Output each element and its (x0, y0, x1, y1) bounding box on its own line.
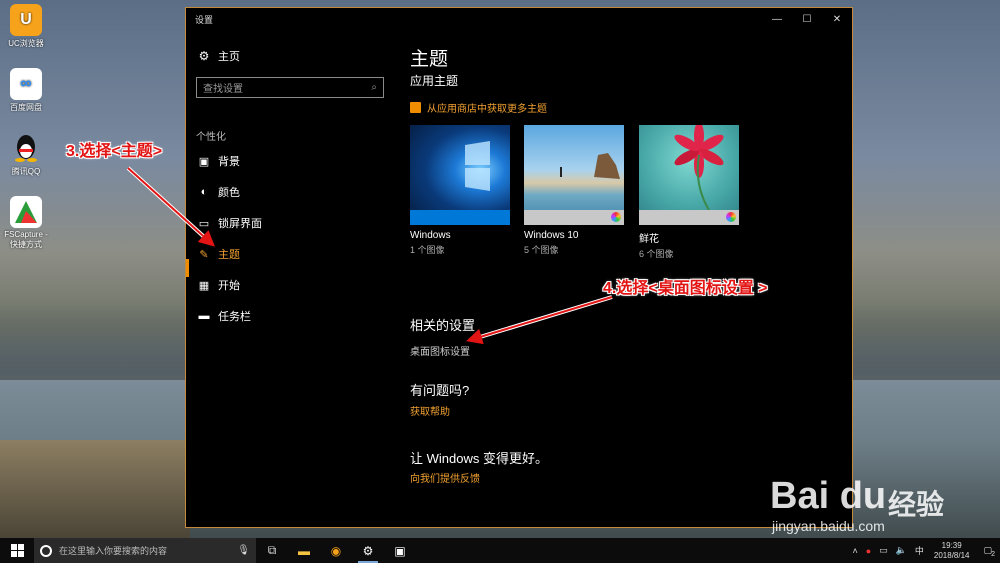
clock-date: 2018/8/14 (933, 550, 970, 560)
windows-logo-icon (10, 544, 24, 557)
notification-count: 2 (991, 551, 995, 558)
taskbar-search-placeholder: 在这里输入你要搜索的内容 (59, 546, 168, 556)
notification-center-button[interactable]: ▢ 2 (979, 545, 996, 558)
taskbar-clock[interactable]: 19:39 2018/8/14 (934, 541, 970, 561)
taskbar-photos[interactable]: ▣ (384, 538, 416, 563)
task-view-button[interactable]: ⧉ (256, 538, 288, 563)
baidu-watermark-cn: 经验 (888, 489, 945, 520)
tray-app-icon[interactable]: ● (866, 546, 871, 556)
system-tray: ˄ ● ▭ 🔈 中 19:39 2018/8/14 ▢ 2 (848, 541, 1000, 561)
network-icon[interactable]: ▭ (879, 545, 888, 556)
annotation-step-3: 3.选择<主题> (66, 143, 163, 160)
clock-time: 19:39 (941, 540, 962, 550)
arrow-to-themes (127, 167, 215, 247)
microphone-icon[interactable]: 🎙 (237, 545, 250, 556)
cortana-icon (40, 544, 52, 557)
taskbar: 在这里输入你要搜索的内容 🎙 ⧉ ▬ ◉ ⚙ ▣ ˄ ● ▭ 🔈 中 19:39… (0, 538, 1000, 563)
volume-icon[interactable]: 🔈 (896, 545, 907, 556)
baidu-watermark-logo: Bai du (770, 475, 887, 517)
ime-indicator[interactable]: 中 (915, 544, 924, 557)
task-view-icon: ⧉ (267, 543, 277, 557)
gear-icon: ⚙ (362, 543, 374, 558)
taskbar-settings[interactable]: ⚙ (352, 538, 384, 563)
uc-browser-icon: ◉ (330, 543, 342, 558)
taskbar-search-box[interactable]: 在这里输入你要搜索的内容 🎙 (34, 538, 256, 563)
taskbar-file-explorer[interactable]: ▬ (288, 538, 320, 563)
annotation-step-4: 4.选择<桌面图标设置 > (603, 280, 768, 297)
arrow-to-desktop-icon-settings (466, 296, 613, 345)
photos-icon: ▣ (394, 543, 406, 558)
taskbar-uc-browser[interactable]: ◉ (320, 538, 352, 563)
baidu-watermark-url: jingyan.baidu.com (772, 518, 885, 534)
folder-icon: ▬ (298, 543, 310, 558)
tray-expand-icon[interactable]: ˄ (852, 546, 857, 556)
start-button[interactable] (0, 538, 34, 563)
